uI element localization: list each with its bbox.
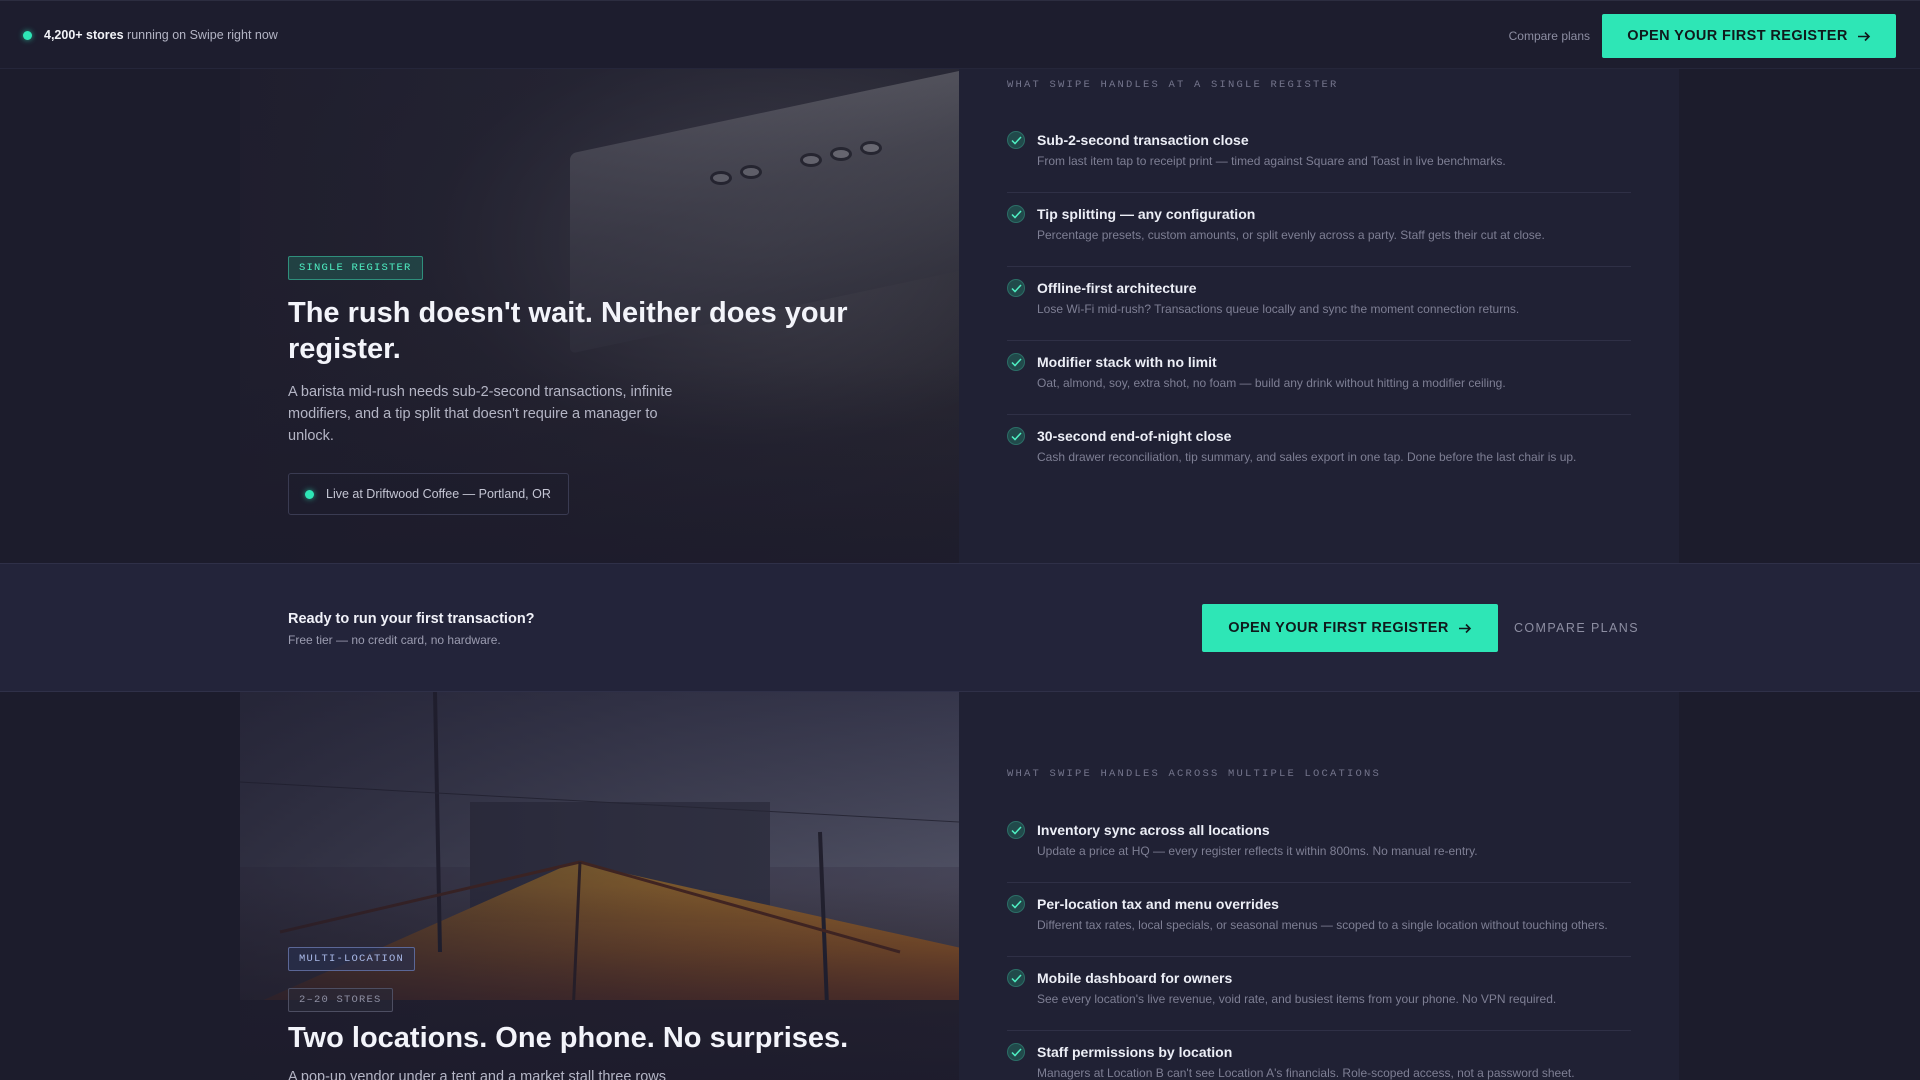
compare-plans-link[interactable]: Compare plans	[1509, 29, 1590, 43]
feature-description: Percentage presets, custom amounts, or s…	[1037, 228, 1545, 242]
feature-item: Offline-first architecture Lose Wi-Fi mi…	[1007, 267, 1631, 341]
check-icon	[1007, 821, 1025, 839]
feature-title: 30-second end-of-night close	[1037, 428, 1232, 444]
multi-location-section: MULTI-LOCATION 2–20 STORES Two locations…	[0, 692, 1920, 1080]
cta-open-first-register-button[interactable]: OPEN YOUR FIRST REGISTER	[1202, 604, 1498, 652]
check-icon	[1007, 131, 1025, 149]
feature-description: Lose Wi-Fi mid-rush? Transactions queue …	[1037, 302, 1520, 316]
check-icon	[1007, 969, 1025, 987]
feature-title: Offline-first architecture	[1037, 280, 1197, 296]
feature-description: Managers at Location B can't see Locatio…	[1037, 1066, 1575, 1080]
feature-description: Oat, almond, soy, extra shot, no foam — …	[1037, 376, 1506, 390]
single-register-section: SINGLE REGISTER The rush doesn't wait. N…	[0, 69, 1920, 563]
feature-item: Tip splitting — any configuration Percen…	[1007, 193, 1631, 267]
feature-title: Modifier stack with no limit	[1037, 354, 1217, 370]
open-first-register-label: OPEN YOUR FIRST REGISTER	[1627, 28, 1848, 44]
cta-title: Ready to run your first transaction?	[288, 611, 535, 627]
feature-item: Sub-2-second transaction close From last…	[1007, 119, 1631, 193]
check-icon	[1007, 353, 1025, 371]
feature-description: From last item tap to receipt print — ti…	[1037, 154, 1506, 168]
check-icon	[1007, 279, 1025, 297]
page-gutter-left	[0, 692, 240, 1080]
feature-item: Mobile dashboard for owners See every lo…	[1007, 957, 1631, 1031]
single-register-intro: SINGLE REGISTER	[288, 256, 423, 280]
multi-location-lede: A pop-up vendor under a tent and a marke…	[288, 1069, 667, 1080]
check-icon	[1007, 895, 1025, 913]
page-gutter-right	[1679, 692, 1920, 1080]
feature-title: Mobile dashboard for owners	[1037, 970, 1233, 986]
market-tent-photo: MULTI-LOCATION 2–20 STORES Two locations…	[240, 692, 959, 1080]
multi-location-intro: MULTI-LOCATION	[288, 947, 416, 971]
arrow-right-icon	[1458, 623, 1472, 634]
live-location-text: Live at Driftwood Coffee — Portland, OR	[326, 487, 551, 501]
multi-location-eyebrow: WHAT SWIPE HANDLES ACROSS MULTIPLE LOCAT…	[1007, 768, 1382, 780]
single-register-features-panel: WHAT SWIPE HANDLES AT A SINGLE REGISTER …	[959, 69, 1679, 563]
feature-description: Cash drawer reconciliation, tip summary,…	[1037, 450, 1577, 464]
cta-compare-plans-link[interactable]: COMPARE PLANS	[1514, 621, 1639, 635]
single-register-eyebrow: WHAT SWIPE HANDLES AT A SINGLE REGISTER	[1007, 79, 1339, 91]
single-register-headline: The rush doesn't wait. Neither does your…	[288, 297, 848, 365]
feature-title: Tip splitting — any configuration	[1037, 206, 1256, 222]
multi-location-tag: MULTI-LOCATION	[288, 947, 416, 971]
arrow-right-icon	[1857, 31, 1871, 42]
feature-title: Inventory sync across all locations	[1037, 822, 1270, 838]
check-icon	[1007, 205, 1025, 223]
feature-item: Per-location tax and menu overrides Diff…	[1007, 883, 1631, 957]
single-register-feature-list: Sub-2-second transaction close From last…	[1007, 119, 1631, 489]
check-icon	[1007, 1043, 1025, 1061]
espresso-machine-photo: SINGLE REGISTER The rush doesn't wait. N…	[240, 69, 959, 563]
single-register-tag: SINGLE REGISTER	[288, 256, 423, 280]
check-icon	[1007, 427, 1025, 445]
multi-location-feature-list: Inventory sync across all locations Upda…	[1007, 809, 1631, 1080]
live-dot-icon	[305, 490, 314, 499]
feature-title: Per-location tax and menu overrides	[1037, 896, 1279, 912]
store-count-suffix: running on Swipe right now	[123, 28, 278, 42]
feature-title: Staff permissions by location	[1037, 1044, 1233, 1060]
feature-item: 30-second end-of-night close Cash drawer…	[1007, 415, 1631, 489]
feature-description: Different tax rates, local specials, or …	[1037, 918, 1608, 932]
cta-button-label: OPEN YOUR FIRST REGISTER	[1228, 620, 1449, 636]
feature-item: Modifier stack with no limit Oat, almond…	[1007, 341, 1631, 415]
open-first-register-button[interactable]: OPEN YOUR FIRST REGISTER	[1602, 14, 1896, 58]
feature-item: Staff permissions by location Managers a…	[1007, 1031, 1631, 1080]
feature-description: See every location's live revenue, void …	[1037, 992, 1557, 1006]
multi-location-features-panel: WHAT SWIPE HANDLES ACROSS MULTIPLE LOCAT…	[959, 692, 1679, 1080]
store-count: 4,200+ stores	[44, 28, 124, 42]
live-status-dot-icon	[23, 31, 32, 40]
feature-item: Inventory sync across all locations Upda…	[1007, 809, 1631, 883]
multi-location-headline: Two locations. One phone. No surprises.	[288, 1022, 849, 1054]
cta-band: Ready to run your first transaction? Fre…	[0, 563, 1920, 692]
single-register-lede: A barista mid-rush needs sub-2-second tr…	[288, 384, 673, 444]
page-gutter-right	[1679, 69, 1920, 563]
page-gutter-left	[0, 69, 240, 563]
store-count-status: 4,200+ stores running on Swipe right now	[44, 28, 278, 42]
top-bar: 4,200+ stores running on Swipe right now…	[0, 0, 1920, 69]
store-range-tag: 2–20 STORES	[288, 988, 393, 1012]
cta-subtitle: Free tier — no credit card, no hardware.	[288, 633, 501, 647]
live-location-badge: Live at Driftwood Coffee — Portland, OR	[288, 473, 569, 515]
feature-description: Update a price at HQ — every register re…	[1037, 844, 1478, 858]
feature-title: Sub-2-second transaction close	[1037, 132, 1249, 148]
